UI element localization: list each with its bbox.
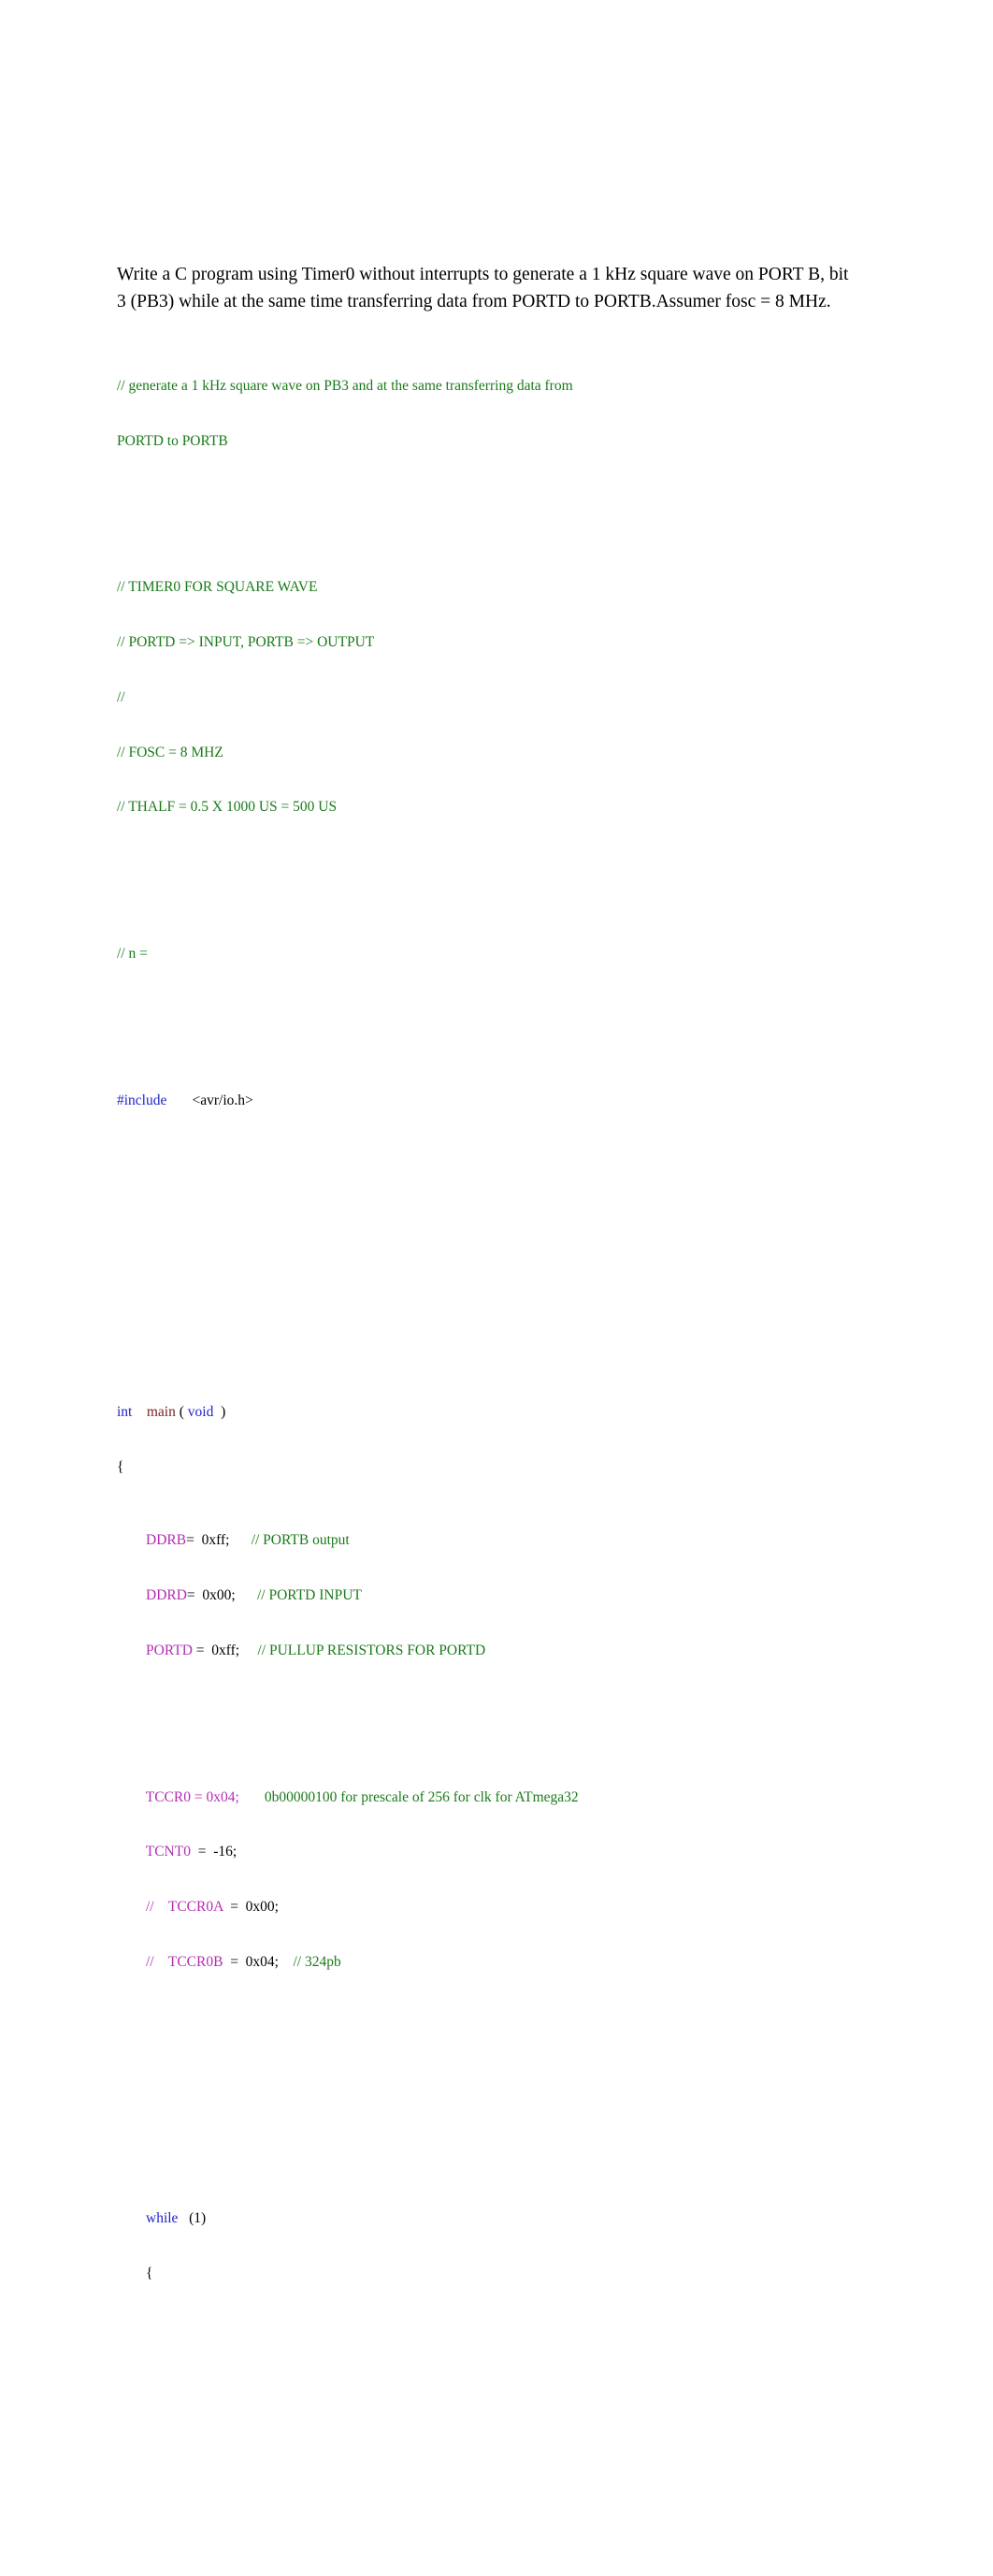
code-line-comment-3: // TIMER0 FOR SQUARE WAVE bbox=[117, 578, 958, 597]
code-line-comment-8: // n = bbox=[117, 945, 958, 963]
comment-text: // THALF = 0.5 X 1000 US = 500 US bbox=[117, 799, 338, 816]
code-line-main-signature: int main ( void ) bbox=[117, 1403, 958, 1422]
function-name-main: main bbox=[146, 1404, 176, 1421]
value: = 0x04; bbox=[230, 1953, 279, 1970]
comment-text: // 324pb bbox=[293, 1953, 341, 1970]
paren-open: ( bbox=[179, 1404, 184, 1421]
code-line-comment-6: // FOSC = 8 MHZ bbox=[117, 744, 958, 762]
comment-text: // PORTB output bbox=[251, 1532, 350, 1549]
comment-text: // bbox=[117, 688, 125, 705]
code-line-comment-1: // generate a 1 kHz square wave on PB3 a… bbox=[117, 377, 958, 396]
code-line-portd: PORTD = 0xff; // PULLUP RESISTORS FOR PO… bbox=[117, 1642, 958, 1660]
comment-text: // FOSC = 8 MHZ bbox=[117, 744, 223, 760]
while-condition: (1) bbox=[189, 2210, 207, 2227]
brace-open-main: { bbox=[117, 1458, 124, 1475]
question-paragraph: Write a C program using Timer0 without i… bbox=[117, 261, 856, 315]
value: 0xff; bbox=[211, 1642, 240, 1658]
register-ddrd: DDRD bbox=[146, 1586, 187, 1603]
code-line-ddrd: DDRD= 0x00; // PORTD INPUT bbox=[117, 1586, 958, 1605]
code-line-tccr0b-commented: // TCCR0B = 0x04; // 324pb bbox=[117, 1953, 958, 1972]
comment-slashes: // bbox=[146, 1899, 154, 1916]
question-line-2: (PB3) while at the same time transferrin… bbox=[130, 292, 831, 311]
assign-op: = bbox=[186, 1586, 195, 1603]
code-line-comment-5: // bbox=[117, 688, 958, 707]
code-line-outer-while-open-brace: { bbox=[117, 2265, 958, 2283]
code-line-comment-4: // PORTD => INPUT, PORTB => OUTPUT bbox=[117, 633, 958, 652]
code-line-comment-2: PORTD to PORTB bbox=[117, 432, 958, 451]
comment-slashes: // bbox=[146, 1953, 154, 1970]
code-line-tccr0a-commented: // TCCR0A = 0x00; bbox=[117, 1898, 958, 1917]
keyword-void: void bbox=[187, 1404, 214, 1421]
keyword-int: int bbox=[117, 1404, 133, 1421]
code-line-outer-while: while (1) bbox=[117, 2209, 958, 2228]
register-tccr0-assignment: TCCR0 = 0x04; bbox=[145, 1788, 239, 1805]
value: 0x00; bbox=[202, 1586, 236, 1603]
value: = -16; bbox=[197, 1844, 237, 1860]
code-line-include: #include <avr/io.h> bbox=[117, 1092, 958, 1110]
document-page: Write a C program using Timer0 without i… bbox=[0, 0, 993, 2281]
brace-open-outer-while: { bbox=[146, 2265, 153, 2281]
comment-text: // PORTD INPUT bbox=[256, 1586, 362, 1603]
code-line-tccr0: TCCR0 = 0x04; 0b00000100 for prescale of… bbox=[117, 1788, 958, 1807]
keyword-while: while bbox=[146, 2210, 179, 2227]
code-line-main-open-brace: { bbox=[117, 1458, 958, 1477]
register-portd: PORTD bbox=[146, 1642, 193, 1658]
comment-text: // PORTD => INPUT, PORTB => OUTPUT bbox=[117, 634, 375, 651]
paren-close: ) bbox=[221, 1404, 226, 1421]
code-line-tcnt0: TCNT0 = -16; bbox=[117, 1843, 958, 1861]
comment-text: // generate a 1 kHz square wave on PB3 a… bbox=[117, 377, 573, 394]
comment-text: // n = bbox=[117, 946, 148, 962]
code-line-comment-7: // THALF = 0.5 X 1000 US = 500 US bbox=[117, 798, 958, 817]
code-listing: // generate a 1 kHz square wave on PB3 a… bbox=[117, 322, 958, 2576]
comment-text: // PULLUP RESISTORS FOR PORTD bbox=[257, 1642, 486, 1658]
assign-op: = bbox=[186, 1532, 194, 1549]
register-tccr0b: TCCR0B bbox=[167, 1953, 223, 1970]
value: = 0x00; bbox=[230, 1899, 279, 1916]
register-ddrb: DDRB bbox=[146, 1532, 187, 1549]
assign-op: = bbox=[195, 1642, 205, 1658]
register-tccr0a: TCCR0A bbox=[167, 1899, 223, 1916]
value: 0xff; bbox=[201, 1532, 230, 1549]
comment-text: PORTD to PORTB bbox=[117, 432, 228, 449]
register-tcnt0: TCNT0 bbox=[145, 1844, 191, 1860]
comment-text: 0b00000100 for prescale of 256 for clk f… bbox=[264, 1788, 579, 1805]
code-line-ddrb: DDRB= 0xff; // PORTB output bbox=[117, 1531, 958, 1550]
include-header: <avr/io.h> bbox=[192, 1092, 253, 1108]
include-directive: #include bbox=[117, 1092, 167, 1108]
comment-text: // TIMER0 FOR SQUARE WAVE bbox=[117, 579, 318, 596]
